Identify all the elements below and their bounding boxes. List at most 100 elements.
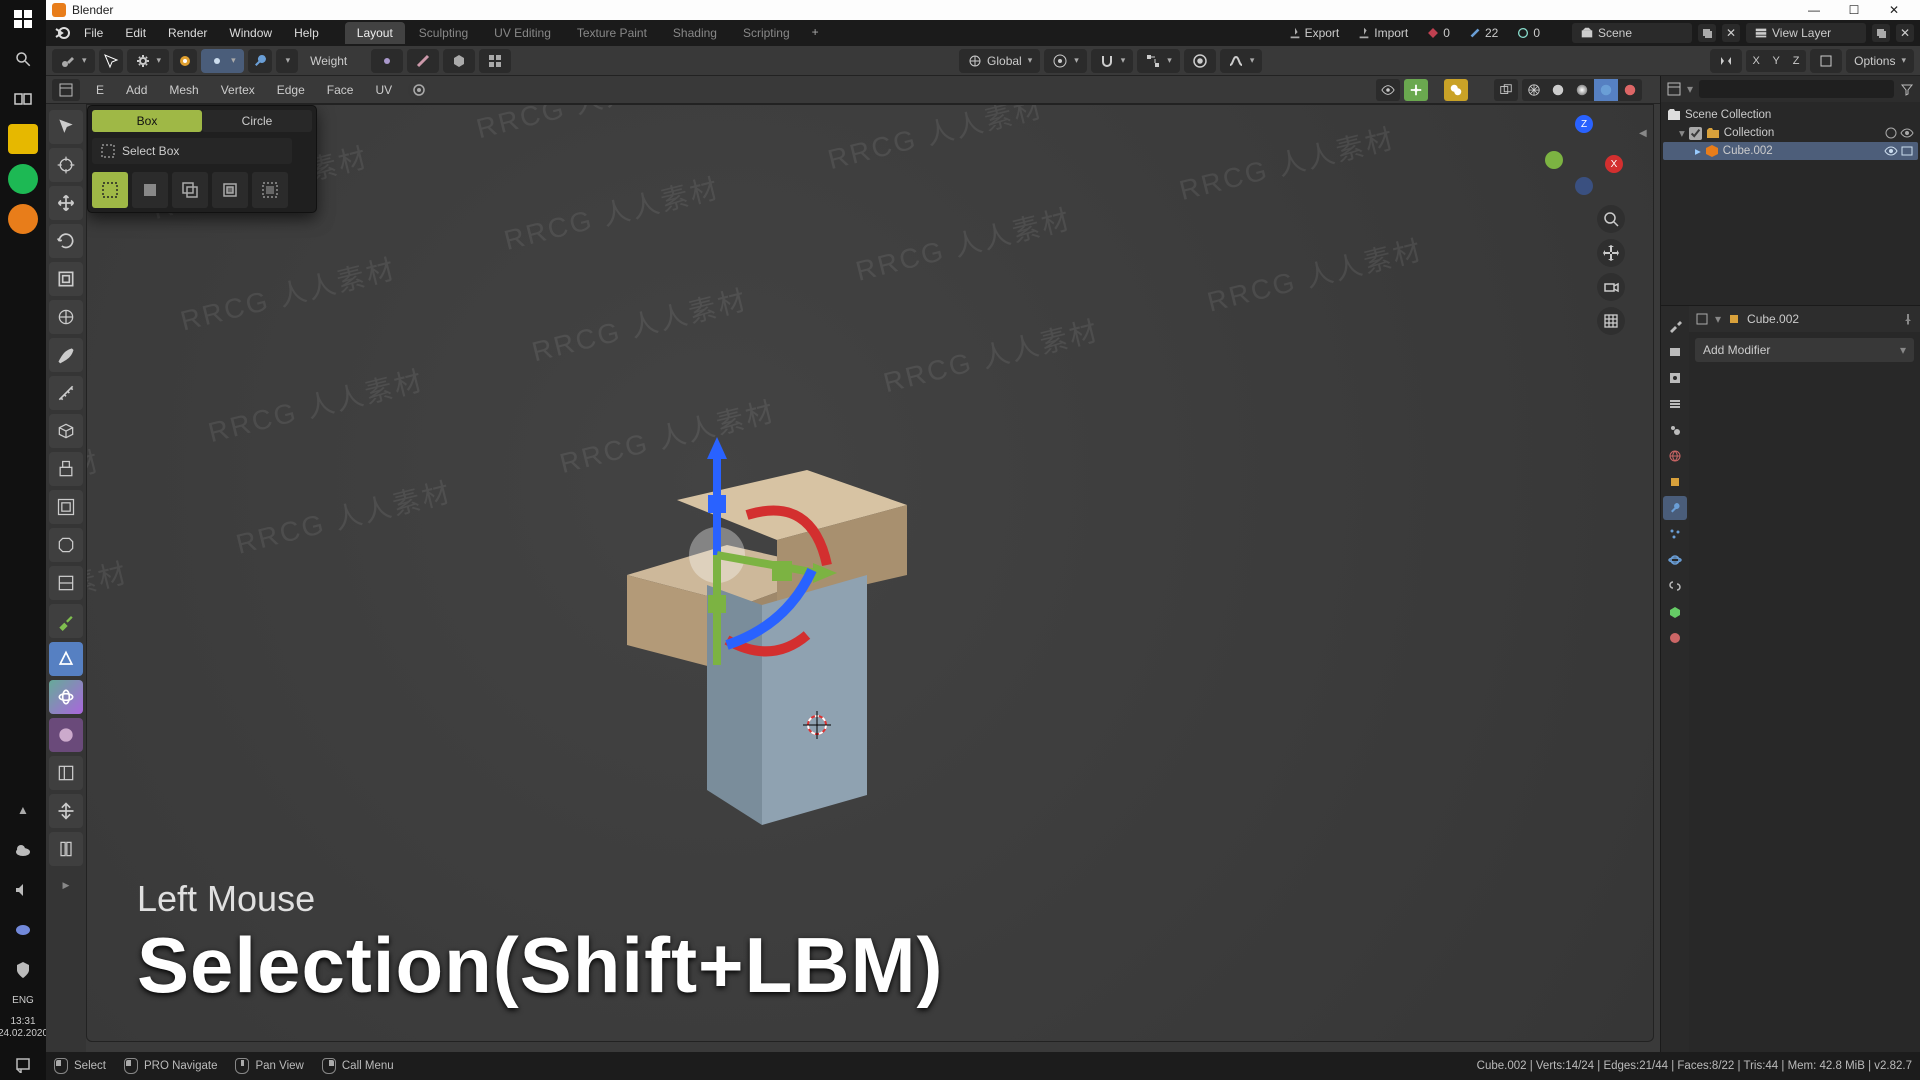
tool-polybuild[interactable] [49, 642, 83, 676]
close-button[interactable]: ✕ [1874, 3, 1914, 17]
tray-cloud-icon[interactable] [8, 835, 38, 865]
blender-logo-icon[interactable] [52, 23, 72, 43]
tab-scripting[interactable]: Scripting [731, 22, 802, 44]
tab-texture-paint[interactable]: Texture Paint [565, 22, 659, 44]
mirror-z[interactable]: Z [1786, 50, 1806, 72]
tool-edge-slide[interactable] [49, 756, 83, 790]
minimize-button[interactable]: — [1794, 3, 1834, 17]
tool-inset[interactable] [49, 490, 83, 524]
pivot-point[interactable] [1044, 49, 1087, 73]
vp-menu-mesh[interactable]: Mesh [163, 80, 204, 100]
tab-sculpting[interactable]: Sculpting [407, 22, 480, 44]
prop-tab-render[interactable] [1663, 340, 1687, 364]
tray-notifications-icon[interactable] [8, 1050, 38, 1080]
outliner-filter-icon[interactable] [1900, 82, 1914, 96]
scene-selector[interactable]: Scene [1572, 23, 1692, 43]
navigation-gizmo[interactable]: Z X [1543, 115, 1623, 195]
tool-select-crosshair[interactable] [99, 49, 123, 73]
menu-render[interactable]: Render [158, 23, 217, 43]
vp-menu-face[interactable]: Face [321, 80, 360, 100]
export-button[interactable]: Export [1282, 24, 1346, 42]
delete-layer-button[interactable]: ✕ [1896, 24, 1914, 42]
tool-dropdown[interactable] [52, 49, 95, 73]
shading-options-dropdown[interactable] [1646, 87, 1654, 93]
proportional-editing[interactable] [1184, 49, 1216, 73]
explorer-icon[interactable] [8, 124, 38, 154]
mirror-extra[interactable] [1810, 49, 1842, 73]
zoom-icon[interactable] [1597, 205, 1625, 233]
camera-view-icon[interactable] [1597, 273, 1625, 301]
tool-wrench[interactable] [248, 49, 272, 73]
gizmo-dropdown[interactable] [1432, 87, 1440, 93]
popup-mode-intersect[interactable] [212, 172, 248, 208]
axis-z-icon[interactable]: Z [1575, 115, 1593, 133]
import-button[interactable]: Import [1351, 24, 1414, 42]
popup-mode-invert[interactable] [252, 172, 288, 208]
shading-material[interactable] [1594, 79, 1618, 101]
menu-help[interactable]: Help [284, 23, 329, 43]
tool-cursor[interactable] [49, 148, 83, 182]
new-scene-button[interactable] [1698, 24, 1716, 42]
editor-type-dropdown[interactable] [52, 79, 80, 101]
object-hide-icon[interactable] [1884, 144, 1898, 158]
new-layer-button[interactable] [1872, 24, 1890, 42]
vp-menu-edge[interactable]: Edge [271, 80, 311, 100]
options-dropdown[interactable]: Options [1846, 49, 1914, 73]
outliner-object-cube[interactable]: ▸ Cube.002 [1663, 142, 1918, 160]
view-layer-selector[interactable]: View Layer [1746, 23, 1866, 43]
mode-indicator[interactable]: E [90, 80, 110, 100]
prop-tab-physics[interactable] [1663, 548, 1687, 572]
collection-enable-checkbox[interactable] [1689, 127, 1702, 140]
mirror-icon[interactable] [1710, 49, 1742, 73]
tool-loopcut[interactable] [49, 566, 83, 600]
delete-scene-button[interactable]: ✕ [1722, 24, 1740, 42]
search-icon[interactable] [8, 44, 38, 74]
shading-matcap[interactable] [1570, 79, 1594, 101]
popup-tab-circle[interactable]: Circle [202, 110, 312, 132]
outliner-search[interactable] [1699, 80, 1894, 98]
vp-shading-dropdown[interactable] [440, 87, 448, 93]
menu-window[interactable]: Window [219, 23, 282, 43]
snapping[interactable] [1091, 49, 1134, 73]
tray-up-icon[interactable]: ▲ [8, 795, 38, 825]
tool-move[interactable] [49, 186, 83, 220]
snap-to[interactable] [1137, 49, 1180, 73]
start-icon[interactable] [8, 4, 38, 34]
vp-menu-add[interactable]: Add [120, 80, 153, 100]
pan-icon[interactable] [1597, 239, 1625, 267]
mirror-axes[interactable]: X Y Z [1746, 50, 1806, 72]
tool-settings-gear[interactable] [127, 49, 170, 73]
prop-tab-output[interactable] [1663, 366, 1687, 390]
popup-mode-subtract[interactable] [172, 172, 208, 208]
view-object-types[interactable] [1376, 79, 1400, 101]
tool-select[interactable] [49, 110, 83, 144]
show-gizmo-toggle[interactable] [1404, 79, 1428, 101]
tray-language[interactable]: ENG [12, 995, 34, 1006]
popup-mode-set[interactable] [92, 172, 128, 208]
maximize-button[interactable]: ☐ [1834, 3, 1874, 17]
shading-solid[interactable] [1546, 79, 1570, 101]
tool-add-cube[interactable] [49, 414, 83, 448]
proportional-falloff[interactable] [1220, 49, 1263, 73]
tool-more[interactable] [276, 49, 299, 73]
collection-hide-icon[interactable] [1900, 126, 1914, 140]
vp-menu-uv[interactable]: UV [369, 80, 398, 100]
axis-x-icon[interactable]: X [1605, 155, 1623, 173]
outliner-type-icon[interactable] [1667, 82, 1681, 96]
prop-tab-object[interactable] [1663, 470, 1687, 494]
tool-origin[interactable] [173, 49, 197, 73]
popup-mode-extend[interactable] [132, 172, 168, 208]
tab-layout[interactable]: Layout [345, 22, 405, 44]
tool-vertex-mode[interactable] [201, 49, 244, 73]
shading-rendered[interactable] [1618, 79, 1642, 101]
menu-edit[interactable]: Edit [115, 23, 156, 43]
overlays-dropdown[interactable] [1472, 87, 1480, 93]
mesh-select-check[interactable] [479, 49, 511, 73]
add-workspace-button[interactable]: + [804, 22, 827, 44]
prop-tab-tool[interactable] [1663, 314, 1687, 338]
vp-shading-pin[interactable] [408, 79, 430, 101]
menu-file[interactable]: File [74, 23, 113, 43]
collection-exclude-icon[interactable] [1884, 126, 1898, 140]
pin-icon[interactable] [1902, 313, 1914, 325]
prop-tab-material[interactable] [1663, 626, 1687, 650]
